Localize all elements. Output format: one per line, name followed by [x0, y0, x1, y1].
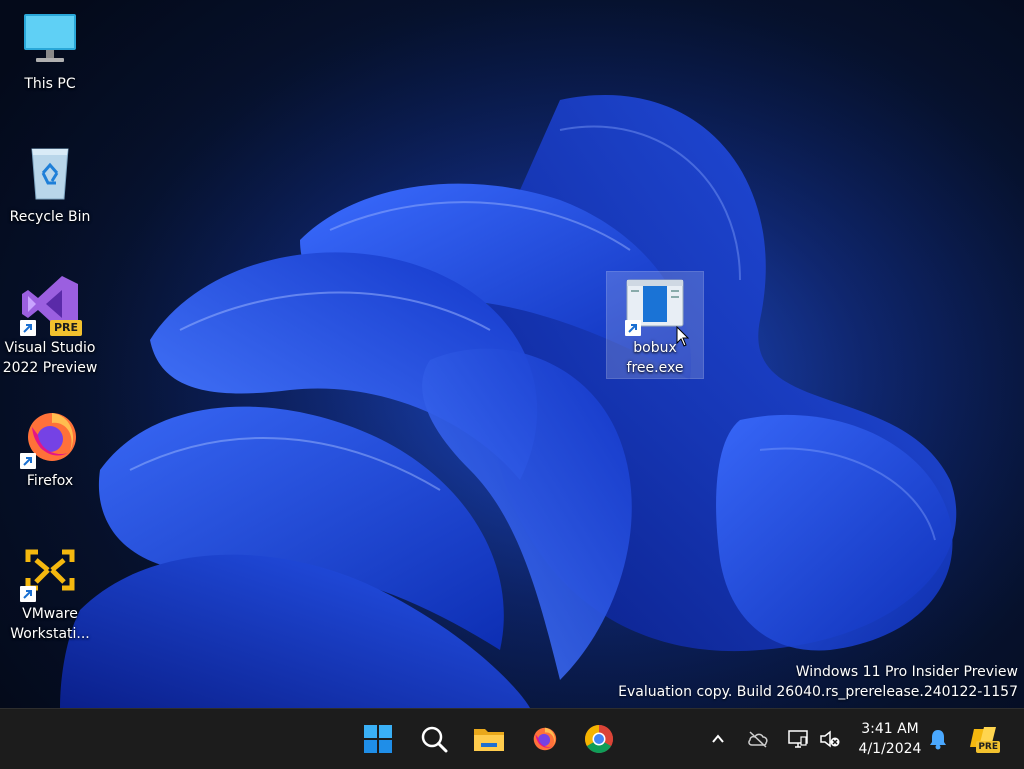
- copilot-preview-badge: PRE: [976, 741, 1000, 753]
- onedrive-button[interactable]: [746, 725, 770, 753]
- desktop-icon-bobux-free-exe[interactable]: bobux free.exe: [606, 271, 704, 379]
- firefox-icon: [18, 405, 82, 469]
- network-button[interactable]: [786, 725, 810, 753]
- bloom-wallpaper: [0, 0, 1024, 708]
- show-hidden-icons-button[interactable]: [706, 725, 730, 753]
- shortcut-arrow-icon: [625, 320, 641, 336]
- desktop-icon-this-pc[interactable]: This PC: [2, 8, 98, 94]
- desktop-icon-label: VMware Workstati...: [10, 606, 90, 642]
- desktop-icon-visual-studio[interactable]: PRE Visual Studio 2022 Preview: [2, 272, 98, 378]
- chrome-icon: [585, 725, 613, 753]
- folder-icon: [474, 729, 504, 751]
- taskbar: 3:41 AM 4/1/2024 PRE: [0, 708, 1024, 769]
- search-button[interactable]: [414, 719, 454, 759]
- watermark-line-1: Windows 11 Pro Insider Preview: [795, 664, 1018, 680]
- preview-badge: PRE: [49, 320, 82, 336]
- shortcut-arrow-icon: [20, 453, 36, 469]
- copilot-button[interactable]: PRE: [966, 725, 1002, 753]
- desktop-icon-vmware[interactable]: VMware Workstati...: [2, 538, 98, 644]
- shortcut-arrow-icon: [20, 586, 36, 602]
- desktop[interactable]: This PC Recycle Bin PRE Visual Studio 20…: [0, 0, 1024, 708]
- desktop-icon-label: Visual Studio 2022 Preview: [2, 340, 98, 376]
- shortcut-arrow-icon: [20, 320, 36, 336]
- volume-button[interactable]: [818, 725, 842, 753]
- visual-studio-preview-icon: PRE: [18, 272, 82, 336]
- monitor-icon: [18, 8, 82, 72]
- desktop-icon-firefox[interactable]: Firefox: [2, 405, 98, 491]
- vmware-icon: [18, 538, 82, 602]
- chrome-taskbar-button[interactable]: [579, 719, 619, 759]
- desktop-icon-label: This PC: [24, 76, 76, 92]
- watermark-line-2: Evaluation copy. Build 26040.rs_prerelea…: [618, 684, 1018, 700]
- volume-muted-icon: [820, 730, 840, 748]
- desktop-icon-label: Firefox: [26, 473, 74, 489]
- desktop-icon-recycle-bin[interactable]: Recycle Bin: [2, 141, 98, 227]
- evaluation-watermark: Windows 11 Pro Insider Preview Evaluatio…: [618, 662, 1018, 702]
- search-icon: [421, 726, 448, 753]
- onedrive-offline-icon: [748, 731, 768, 748]
- clock-date: 4/1/2024: [858, 741, 922, 757]
- bell-icon: [930, 730, 946, 750]
- windows-logo-icon: [364, 725, 392, 753]
- clock-time: 3:41 AM: [861, 721, 919, 737]
- notifications-button[interactable]: [926, 725, 950, 753]
- chevron-up-icon: [712, 734, 724, 743]
- copilot-icon: PRE: [968, 725, 1000, 753]
- firefox-icon: [533, 727, 557, 751]
- firefox-taskbar-button[interactable]: [524, 719, 564, 759]
- mouse-cursor-icon: [676, 326, 690, 347]
- network-icon: [788, 730, 808, 748]
- start-button[interactable]: [358, 719, 398, 759]
- desktop-icon-label: Recycle Bin: [9, 209, 91, 225]
- file-explorer-button[interactable]: [469, 719, 509, 759]
- recycle-bin-icon: [18, 141, 82, 205]
- clock[interactable]: 3:41 AM 4/1/2024: [852, 719, 928, 759]
